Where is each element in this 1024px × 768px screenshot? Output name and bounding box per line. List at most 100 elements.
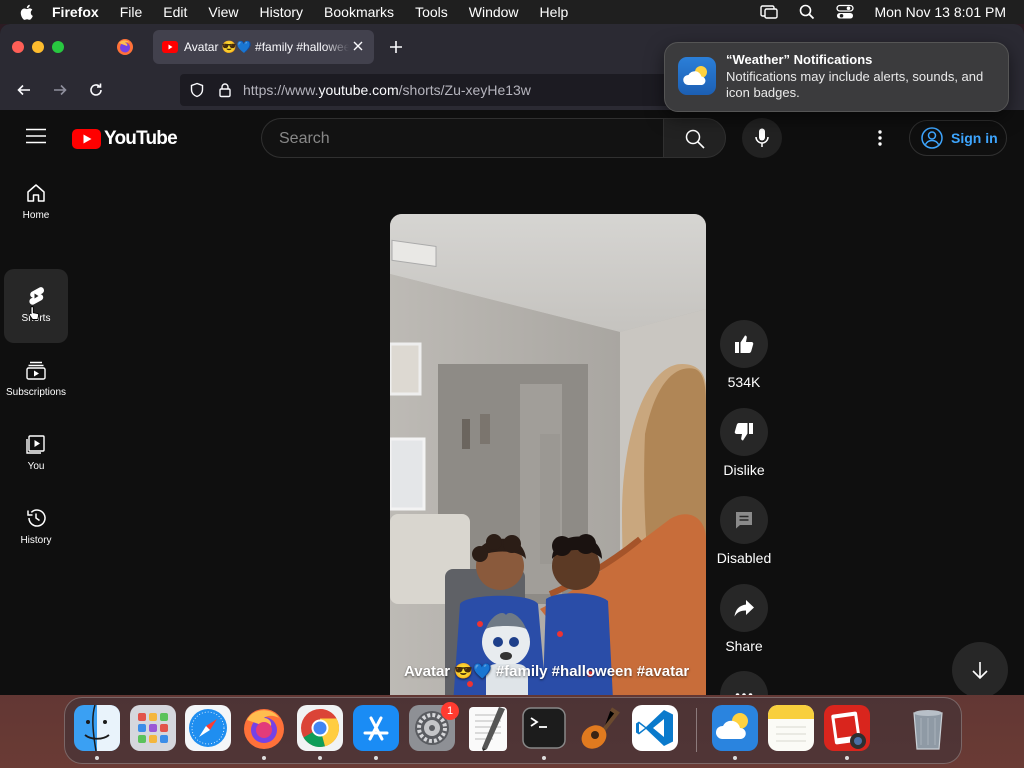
- thumbs-up-icon: [735, 335, 754, 353]
- menu-file[interactable]: File: [120, 4, 143, 20]
- weather-notification[interactable]: “Weather” Notifications Notifications ma…: [664, 42, 1009, 112]
- dock-separator: [696, 708, 697, 752]
- menu-bookmarks[interactable]: Bookmarks: [324, 4, 394, 20]
- tab-youtube-short[interactable]: Avatar 😎💙 #family #halloween #avatar - Y…: [153, 30, 374, 64]
- more-action: [719, 671, 769, 695]
- menu-window[interactable]: Window: [469, 4, 519, 20]
- dock-terminal[interactable]: [521, 705, 567, 751]
- microphone-icon: [755, 128, 769, 147]
- minimize-window-button[interactable]: [32, 41, 44, 53]
- back-icon[interactable]: [16, 82, 32, 98]
- url-path: /shorts/Zu-xeyHe13w: [398, 82, 531, 98]
- share-action: Share: [719, 584, 769, 654]
- search-icon: [685, 129, 705, 149]
- reload-icon[interactable]: [88, 82, 104, 98]
- running-indicator: [262, 756, 266, 760]
- dislike-action: Dislike: [719, 408, 769, 478]
- next-short-button[interactable]: [952, 642, 1008, 695]
- close-tab-icon[interactable]: [351, 39, 365, 53]
- lock-icon[interactable]: [217, 82, 233, 98]
- app-store-icon: [353, 705, 399, 751]
- tab-title: Avatar 😎💙 #family #halloween #avatar - Y…: [184, 40, 349, 54]
- menu-view[interactable]: View: [208, 4, 238, 20]
- sidebar-item-label: Subscriptions: [5, 387, 67, 398]
- menu-history[interactable]: History: [259, 4, 303, 20]
- dock-firefox[interactable]: [241, 705, 287, 751]
- more-actions-button[interactable]: [720, 671, 768, 695]
- comments-button[interactable]: [720, 496, 768, 544]
- search-input[interactable]: [277, 127, 651, 151]
- youtube-page: YouTube Sign in Home: [0, 110, 1024, 695]
- trash-icon: [913, 710, 943, 750]
- running-indicator: [95, 756, 99, 760]
- dock-vscode[interactable]: [632, 705, 678, 751]
- dock-launchpad[interactable]: [130, 705, 176, 751]
- dock-finder[interactable]: [74, 704, 120, 752]
- sidebar-item-you[interactable]: You: [4, 417, 68, 491]
- short-video-player[interactable]: Avatar 😎💙 #family #halloween #avatar: [390, 214, 706, 695]
- url-text[interactable]: https://www.youtube.com/shorts/Zu-xeyHe1…: [243, 82, 531, 98]
- menu-tools[interactable]: Tools: [415, 4, 448, 20]
- finder-icon: [74, 704, 120, 752]
- launchpad-icon: [130, 705, 176, 751]
- weather-app-icon: [678, 57, 716, 95]
- url-domain: youtube.com: [318, 82, 399, 98]
- menu-help[interactable]: Help: [540, 4, 569, 20]
- like-button[interactable]: [720, 320, 768, 368]
- dock-trash[interactable]: [905, 705, 951, 751]
- new-tab-icon[interactable]: [388, 39, 404, 55]
- textedit-icon: [469, 707, 507, 751]
- dock-notes[interactable]: [768, 705, 814, 751]
- dock-safari[interactable]: [185, 705, 231, 751]
- notification-badge: 1: [441, 702, 459, 720]
- youtube-logo[interactable]: YouTube: [72, 128, 178, 150]
- dock-app-store[interactable]: [353, 705, 399, 751]
- youtube-logo-icon: [72, 129, 101, 149]
- youtube-logo-text: YouTube: [104, 128, 178, 149]
- running-indicator: [733, 756, 737, 760]
- search-box[interactable]: [261, 118, 664, 158]
- sidebar-item-history[interactable]: History: [4, 491, 68, 565]
- share-button[interactable]: [720, 584, 768, 632]
- shorts-icon: [29, 287, 44, 305]
- garageband-guitar-icon: [581, 707, 620, 749]
- running-indicator: [374, 756, 378, 760]
- spotlight-search-icon[interactable]: [798, 4, 816, 20]
- zoom-window-button[interactable]: [52, 41, 64, 53]
- menu-edit[interactable]: Edit: [163, 4, 187, 20]
- dock-garageband[interactable]: [577, 705, 623, 751]
- voice-search-button[interactable]: [742, 118, 782, 158]
- vscode-icon: [632, 705, 678, 751]
- url-bar[interactable]: https://www.youtube.com/shorts/Zu-xeyHe1…: [180, 74, 680, 106]
- screen-mirroring-icon[interactable]: [760, 4, 779, 20]
- dislike-button[interactable]: [720, 408, 768, 456]
- firefox-window: Avatar 😎💙 #family #halloween #avatar - Y…: [0, 24, 1024, 695]
- sidebar-item-shorts[interactable]: Shorts: [4, 269, 68, 343]
- sidebar-item-home[interactable]: Home: [4, 166, 68, 240]
- sign-in-button[interactable]: Sign in: [909, 120, 1007, 156]
- sidebar-item-label: Home: [22, 210, 50, 221]
- dock-photo-booth[interactable]: [824, 705, 870, 751]
- weather-icon: [712, 705, 758, 751]
- short-caption[interactable]: Avatar 😎💙 #family #halloween #avatar: [404, 661, 694, 683]
- firefox-pinned-tab-icon[interactable]: [116, 38, 134, 56]
- guide-menu-icon[interactable]: [26, 128, 46, 144]
- more-options-icon[interactable]: [870, 128, 890, 148]
- close-window-button[interactable]: [12, 41, 24, 53]
- tracking-protection-shield-icon[interactable]: [189, 82, 205, 98]
- notification-body: Notifications may include alerts, sounds…: [726, 69, 984, 100]
- search-button[interactable]: [663, 118, 726, 158]
- menu-app-name[interactable]: Firefox: [52, 4, 99, 20]
- menu-clock[interactable]: Mon Nov 13 8:01 PM: [874, 4, 1006, 20]
- dock-chrome[interactable]: [297, 705, 343, 751]
- arrow-down-icon: [972, 662, 988, 680]
- forward-icon[interactable]: [52, 82, 68, 98]
- control-center-icon[interactable]: [836, 4, 855, 20]
- dock-textedit[interactable]: [465, 705, 511, 751]
- like-count: 534K: [727, 374, 761, 390]
- firefox-icon: [244, 709, 284, 749]
- apple-icon[interactable]: [18, 3, 36, 21]
- dock-weather[interactable]: [712, 705, 758, 751]
- sidebar-item-subscriptions[interactable]: Subscriptions: [4, 343, 68, 417]
- sidebar-item-label: History: [20, 535, 52, 546]
